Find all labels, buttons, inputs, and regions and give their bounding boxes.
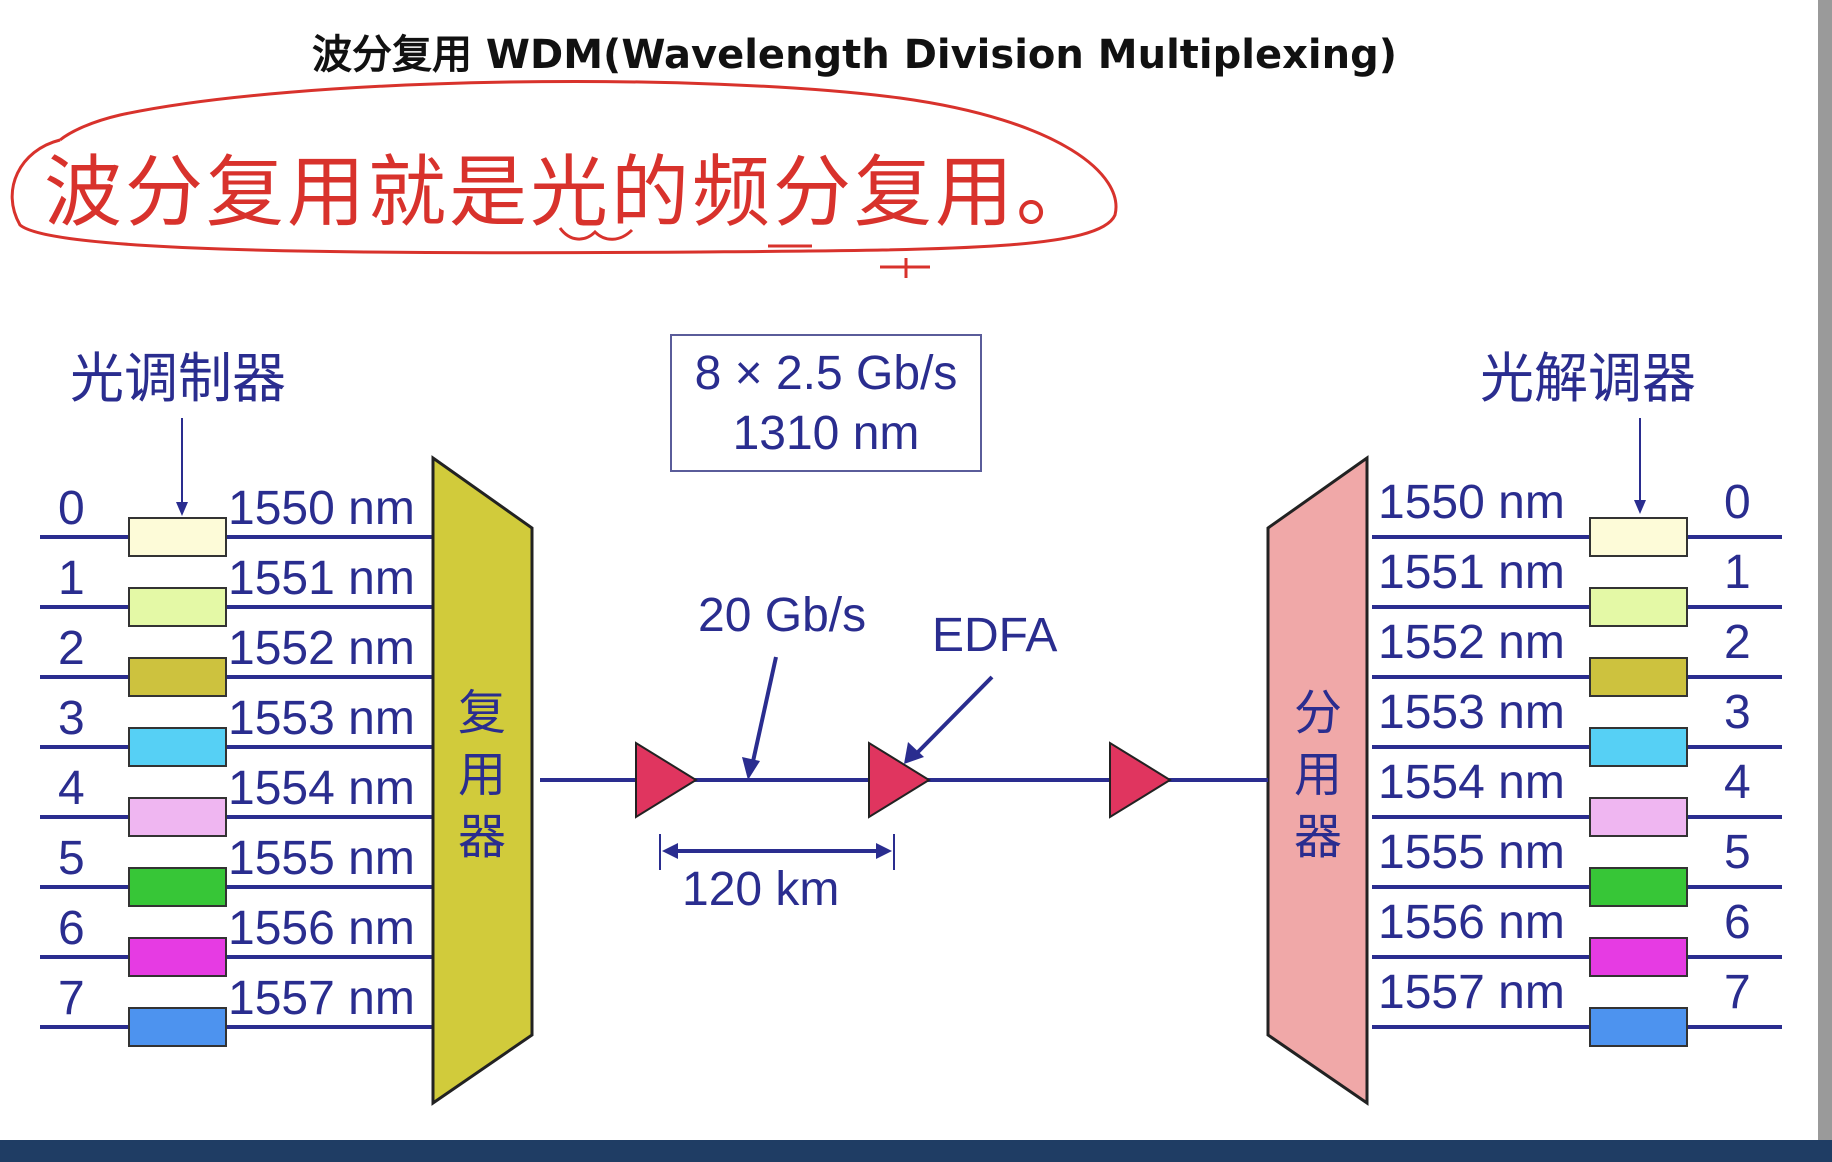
modulator-block-0	[128, 517, 227, 557]
bitrate-pointer-arrow	[750, 656, 778, 767]
left-channel-index-3: 3	[58, 692, 85, 745]
left-heading: 光调制器	[70, 347, 286, 410]
bitrate-pointer-arrowhead	[742, 757, 760, 780]
modulator-block-1	[128, 587, 227, 627]
left-channel-index-6: 6	[58, 902, 85, 955]
right-wavelength-7: 1557 nm	[1378, 966, 1565, 1019]
right-heading-arrowhead	[1634, 500, 1646, 514]
right-demodulator-blocks	[1589, 517, 1688, 1047]
distance-arrowhead-left	[662, 843, 678, 859]
left-wavelength-3: 1553 nm	[228, 692, 415, 745]
right-wavelength-3: 1553 nm	[1378, 686, 1565, 739]
demodulator-block-5	[1589, 867, 1688, 907]
left-channel-index-1: 1	[58, 552, 85, 605]
demultiplexer-label: 分 用 器	[1288, 682, 1348, 868]
right-channel-index-7: 7	[1724, 966, 1751, 1019]
slide-bottom-bar	[0, 1140, 1832, 1162]
demodulator-block-4	[1589, 797, 1688, 837]
modulator-block-4	[128, 797, 227, 837]
right-channel-index-3: 3	[1724, 686, 1751, 739]
input-signal-wavelength: 1310 nm	[732, 407, 920, 460]
left-wavelength-0: 1550 nm	[228, 482, 415, 535]
multiplexer-label-char-2: 用	[457, 747, 506, 803]
wdm-slide: 波分复用 WDM(Wavelength Division Multiplexin…	[0, 0, 1832, 1162]
demodulator-block-7	[1589, 1007, 1688, 1047]
right-channel-index-6: 6	[1724, 896, 1751, 949]
left-channel-index-0: 0	[58, 482, 85, 535]
right-channel-index-1: 1	[1724, 546, 1751, 599]
left-wavelength-4: 1554 nm	[228, 762, 415, 815]
left-wavelength-5: 1555 nm	[228, 832, 415, 885]
multiplexer-label: 复 用 器	[452, 682, 512, 868]
amplifier-triangle-1	[635, 741, 698, 819]
left-wavelength-6: 1556 nm	[228, 902, 415, 955]
demodulator-block-6	[1589, 937, 1688, 977]
multiplexer-label-char-3: 器	[457, 809, 506, 865]
annotation-plus-mark	[880, 258, 930, 278]
handwritten-note: 波分复用就是光的频分复用。	[44, 148, 1098, 238]
right-channel-index-4: 4	[1724, 756, 1751, 809]
input-signal-rate: 8 × 2.5 Gb/s	[694, 347, 958, 400]
right-channel-index-0: 0	[1724, 476, 1751, 529]
edfa-label: EDFA	[932, 609, 1058, 662]
slide-right-edge	[1818, 0, 1832, 1140]
edfa-pointer-arrow	[916, 675, 994, 754]
edfa-pointer-arrowhead	[904, 742, 924, 764]
right-heading: 光解调器	[1480, 347, 1696, 410]
left-wavelength-2: 1552 nm	[228, 622, 415, 675]
demultiplexer-label-char-1: 分	[1293, 685, 1342, 741]
demodulator-block-0	[1589, 517, 1688, 557]
distance-arrowhead-right	[876, 843, 892, 859]
left-channel-index-4: 4	[58, 762, 85, 815]
left-channel-index-7: 7	[58, 972, 85, 1025]
demultiplexer-label-char-3: 器	[1293, 809, 1342, 865]
left-channel-index-2: 2	[58, 622, 85, 675]
modulator-block-7	[128, 1007, 227, 1047]
right-wavelength-6: 1556 nm	[1378, 896, 1565, 949]
right-channel-index-5: 5	[1724, 826, 1751, 879]
input-signal-box: 8 × 2.5 Gb/s 1310 nm	[670, 334, 982, 472]
left-wavelength-7: 1557 nm	[228, 972, 415, 1025]
modulator-block-6	[128, 937, 227, 977]
multiplexer-label-char-1: 复	[457, 685, 506, 741]
left-heading-arrowhead	[176, 502, 188, 516]
modulator-block-3	[128, 727, 227, 767]
right-wavelength-1: 1551 nm	[1378, 546, 1565, 599]
left-wavelength-1: 1551 nm	[228, 552, 415, 605]
right-wavelength-4: 1554 nm	[1378, 756, 1565, 809]
demodulator-block-3	[1589, 727, 1688, 767]
left-channel-index-5: 5	[58, 832, 85, 885]
demodulator-block-1	[1589, 587, 1688, 627]
right-wavelength-5: 1555 nm	[1378, 826, 1565, 879]
demultiplexer-label-char-2: 用	[1293, 747, 1342, 803]
right-wavelength-2: 1552 nm	[1378, 616, 1565, 669]
amplifier-triangle-3	[1109, 741, 1172, 819]
right-channel-index-2: 2	[1724, 616, 1751, 669]
distance-label: 120 km	[682, 863, 840, 916]
right-wavelength-0: 1550 nm	[1378, 476, 1565, 529]
modulator-block-5	[128, 867, 227, 907]
demodulator-block-2	[1589, 657, 1688, 697]
trunk-bitrate-label: 20 Gb/s	[698, 589, 867, 642]
modulator-block-2	[128, 657, 227, 697]
left-modulator-blocks	[128, 517, 227, 1047]
